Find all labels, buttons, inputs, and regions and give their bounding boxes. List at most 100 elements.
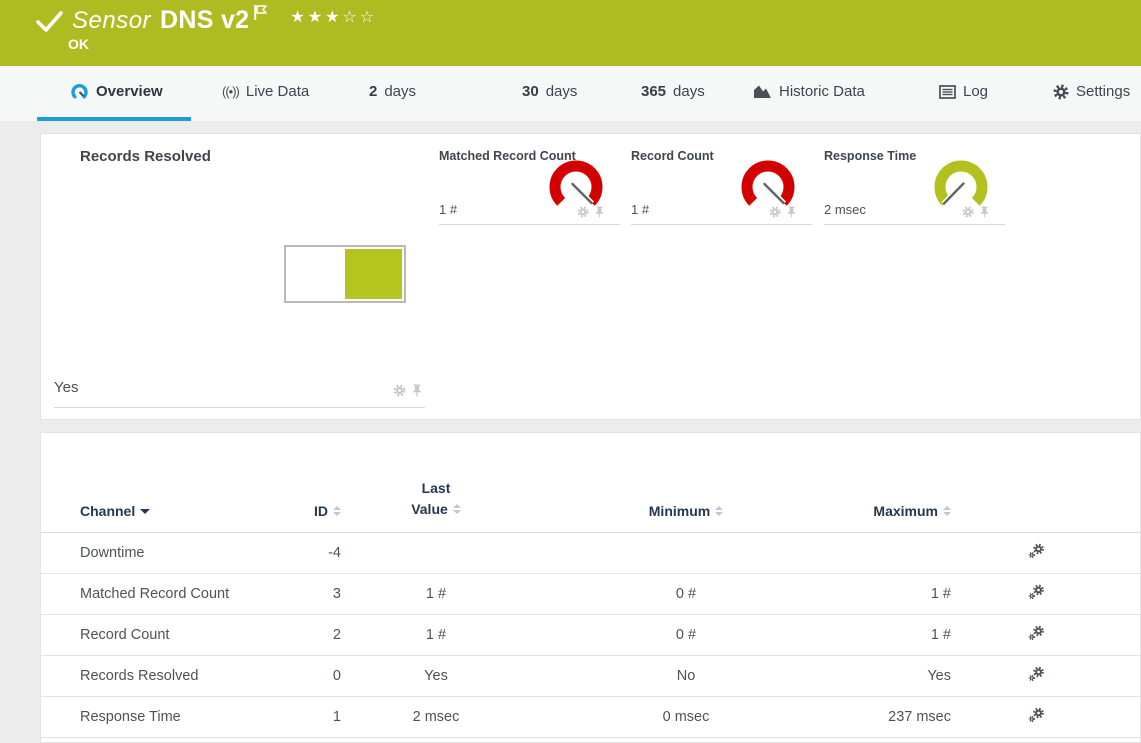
pin-icon[interactable] bbox=[787, 206, 796, 218]
tab-overview-label: Overview bbox=[96, 83, 163, 100]
id-cell: 2 bbox=[305, 627, 341, 643]
tab-365-days-label: days bbox=[673, 83, 705, 100]
column-header-maximum-label: Maximum bbox=[873, 503, 938, 519]
tab-2-days[interactable]: 2 days bbox=[369, 66, 416, 117]
flag-icon[interactable] bbox=[253, 4, 268, 21]
id-cell: 1 bbox=[305, 709, 341, 725]
gauge-value: 2 msec bbox=[824, 202, 866, 217]
pin-icon[interactable] bbox=[595, 206, 604, 218]
tab-log[interactable]: Log bbox=[939, 66, 988, 117]
log-list-icon bbox=[939, 85, 956, 99]
column-header-id-label: ID bbox=[314, 503, 328, 519]
maximum-cell: 1 # bbox=[841, 627, 951, 643]
sort-arrows-icon bbox=[453, 504, 461, 514]
sort-caret-icon bbox=[140, 509, 150, 514]
tab-30-days-number: 30 bbox=[522, 83, 539, 100]
tab-log-label: Log bbox=[963, 83, 988, 100]
channel-settings-gear-icon[interactable] bbox=[1028, 666, 1045, 686]
boolean-indicator-fill bbox=[345, 249, 402, 299]
channel-table-panel: Channel ID Last Value Minimum Maximum Do… bbox=[40, 432, 1141, 743]
gauge-title: Record Count bbox=[631, 149, 714, 163]
area-chart-icon bbox=[753, 84, 772, 99]
table-header-row: Channel ID Last Value Minimum Maximum bbox=[41, 433, 1140, 533]
active-tab-indicator bbox=[37, 117, 191, 121]
channel-cell: Matched Record Count bbox=[41, 586, 305, 602]
minimum-cell: 0 # bbox=[531, 586, 841, 602]
column-header-channel[interactable]: Channel bbox=[80, 503, 150, 519]
status-badge: OK bbox=[68, 36, 89, 52]
tab-settings-label: Settings bbox=[1076, 83, 1130, 100]
maximum-cell: Yes bbox=[841, 668, 951, 684]
channel-settings-gear-icon[interactable] bbox=[1028, 584, 1045, 604]
column-header-channel-label: Channel bbox=[80, 503, 135, 519]
gauge-response-time: Response Time 2 msec bbox=[824, 134, 1005, 225]
stars-empty[interactable]: ☆☆ bbox=[342, 7, 377, 26]
primary-channel-title: Records Resolved bbox=[80, 148, 211, 165]
column-header-minimum[interactable]: Minimum bbox=[531, 503, 841, 519]
table-row[interactable]: Record Count 2 1 # 0 # 1 # bbox=[41, 615, 1140, 656]
last-value-cell: Yes bbox=[341, 668, 531, 684]
table-row[interactable]: Records Resolved 0 Yes No Yes bbox=[41, 656, 1140, 697]
gear-icon[interactable] bbox=[577, 206, 589, 218]
id-cell: 3 bbox=[305, 586, 341, 602]
gear-icon[interactable] bbox=[769, 206, 781, 218]
tab-overview[interactable]: Overview bbox=[70, 66, 163, 117]
gauge-record-count: Record Count 1 # bbox=[631, 134, 812, 225]
gauge-value: 1 # bbox=[631, 202, 649, 217]
column-header-id[interactable]: ID bbox=[305, 503, 341, 519]
tab-historic-data-label: Historic Data bbox=[779, 83, 865, 100]
gauge-value: 1 # bbox=[439, 202, 457, 217]
last-value-cell: 2 msec bbox=[341, 709, 531, 725]
sort-arrows-icon bbox=[943, 506, 951, 516]
maximum-cell: 237 msec bbox=[841, 709, 951, 725]
minimum-cell: 0 msec bbox=[531, 709, 841, 725]
maximum-cell: 1 # bbox=[841, 586, 951, 602]
column-header-last-line1: Last bbox=[341, 478, 531, 498]
tab-historic-data[interactable]: Historic Data bbox=[753, 66, 865, 117]
tab-2-days-label: days bbox=[384, 83, 416, 100]
table-body: Downtime -4 Matched Record Count 3 1 # 0… bbox=[41, 533, 1140, 738]
tab-2-days-number: 2 bbox=[369, 83, 377, 100]
tab-live-data[interactable]: ((•)) Live Data bbox=[222, 66, 309, 117]
settings-gear-icon bbox=[1053, 84, 1069, 100]
primary-channel-value: Yes bbox=[54, 379, 78, 396]
sort-arrows-icon bbox=[333, 506, 341, 516]
pin-icon[interactable] bbox=[412, 384, 422, 397]
status-check-icon bbox=[36, 11, 63, 33]
gear-icon[interactable] bbox=[962, 206, 974, 218]
minimum-cell: No bbox=[531, 668, 841, 684]
tab-30-days[interactable]: 30 days bbox=[522, 66, 577, 117]
pin-icon[interactable] bbox=[980, 206, 989, 218]
sensor-header: Sensor DNS v2 ★★★☆☆ OK bbox=[0, 0, 1141, 66]
table-row[interactable]: Response Time 1 2 msec 0 msec 237 msec bbox=[41, 697, 1140, 738]
column-header-last-line2: Value bbox=[411, 499, 448, 519]
priority-stars[interactable]: ★★★☆☆ bbox=[290, 7, 377, 26]
table-row[interactable]: Matched Record Count 3 1 # 0 # 1 # bbox=[41, 574, 1140, 615]
table-row[interactable]: Downtime -4 bbox=[41, 533, 1140, 574]
tab-bar: Overview ((•)) Live Data 2 days 30 days … bbox=[0, 66, 1141, 121]
gear-icon[interactable] bbox=[393, 384, 406, 397]
channel-settings-gear-icon[interactable] bbox=[1028, 543, 1045, 563]
column-header-maximum[interactable]: Maximum bbox=[841, 503, 951, 519]
tab-365-days-number: 365 bbox=[641, 83, 666, 100]
sensor-type-label: Sensor bbox=[72, 7, 151, 35]
channel-settings-gear-icon[interactable] bbox=[1028, 707, 1045, 727]
column-header-last-value[interactable]: Last Value bbox=[341, 478, 531, 519]
channel-cell: Response Time bbox=[41, 709, 305, 725]
tab-365-days[interactable]: 365 days bbox=[641, 66, 705, 117]
gauge-icon bbox=[70, 83, 89, 101]
minimum-cell: 0 # bbox=[531, 627, 841, 643]
live-data-icon: ((•)) bbox=[222, 84, 239, 99]
tab-live-data-label: Live Data bbox=[246, 83, 309, 100]
id-cell: -4 bbox=[305, 545, 341, 561]
stars-filled[interactable]: ★★★ bbox=[290, 7, 342, 26]
tab-settings[interactable]: Settings bbox=[1053, 66, 1130, 117]
channel-cell: Records Resolved bbox=[41, 668, 305, 684]
overview-panel: Records Resolved Yes Matched Record Coun… bbox=[40, 133, 1141, 420]
sensor-name: DNS v2 bbox=[160, 6, 249, 35]
channel-settings-gear-icon[interactable] bbox=[1028, 625, 1045, 645]
tab-30-days-label: days bbox=[546, 83, 578, 100]
gauge-title: Response Time bbox=[824, 149, 916, 163]
column-header-minimum-label: Minimum bbox=[649, 503, 710, 519]
channel-cell: Downtime bbox=[41, 545, 305, 561]
